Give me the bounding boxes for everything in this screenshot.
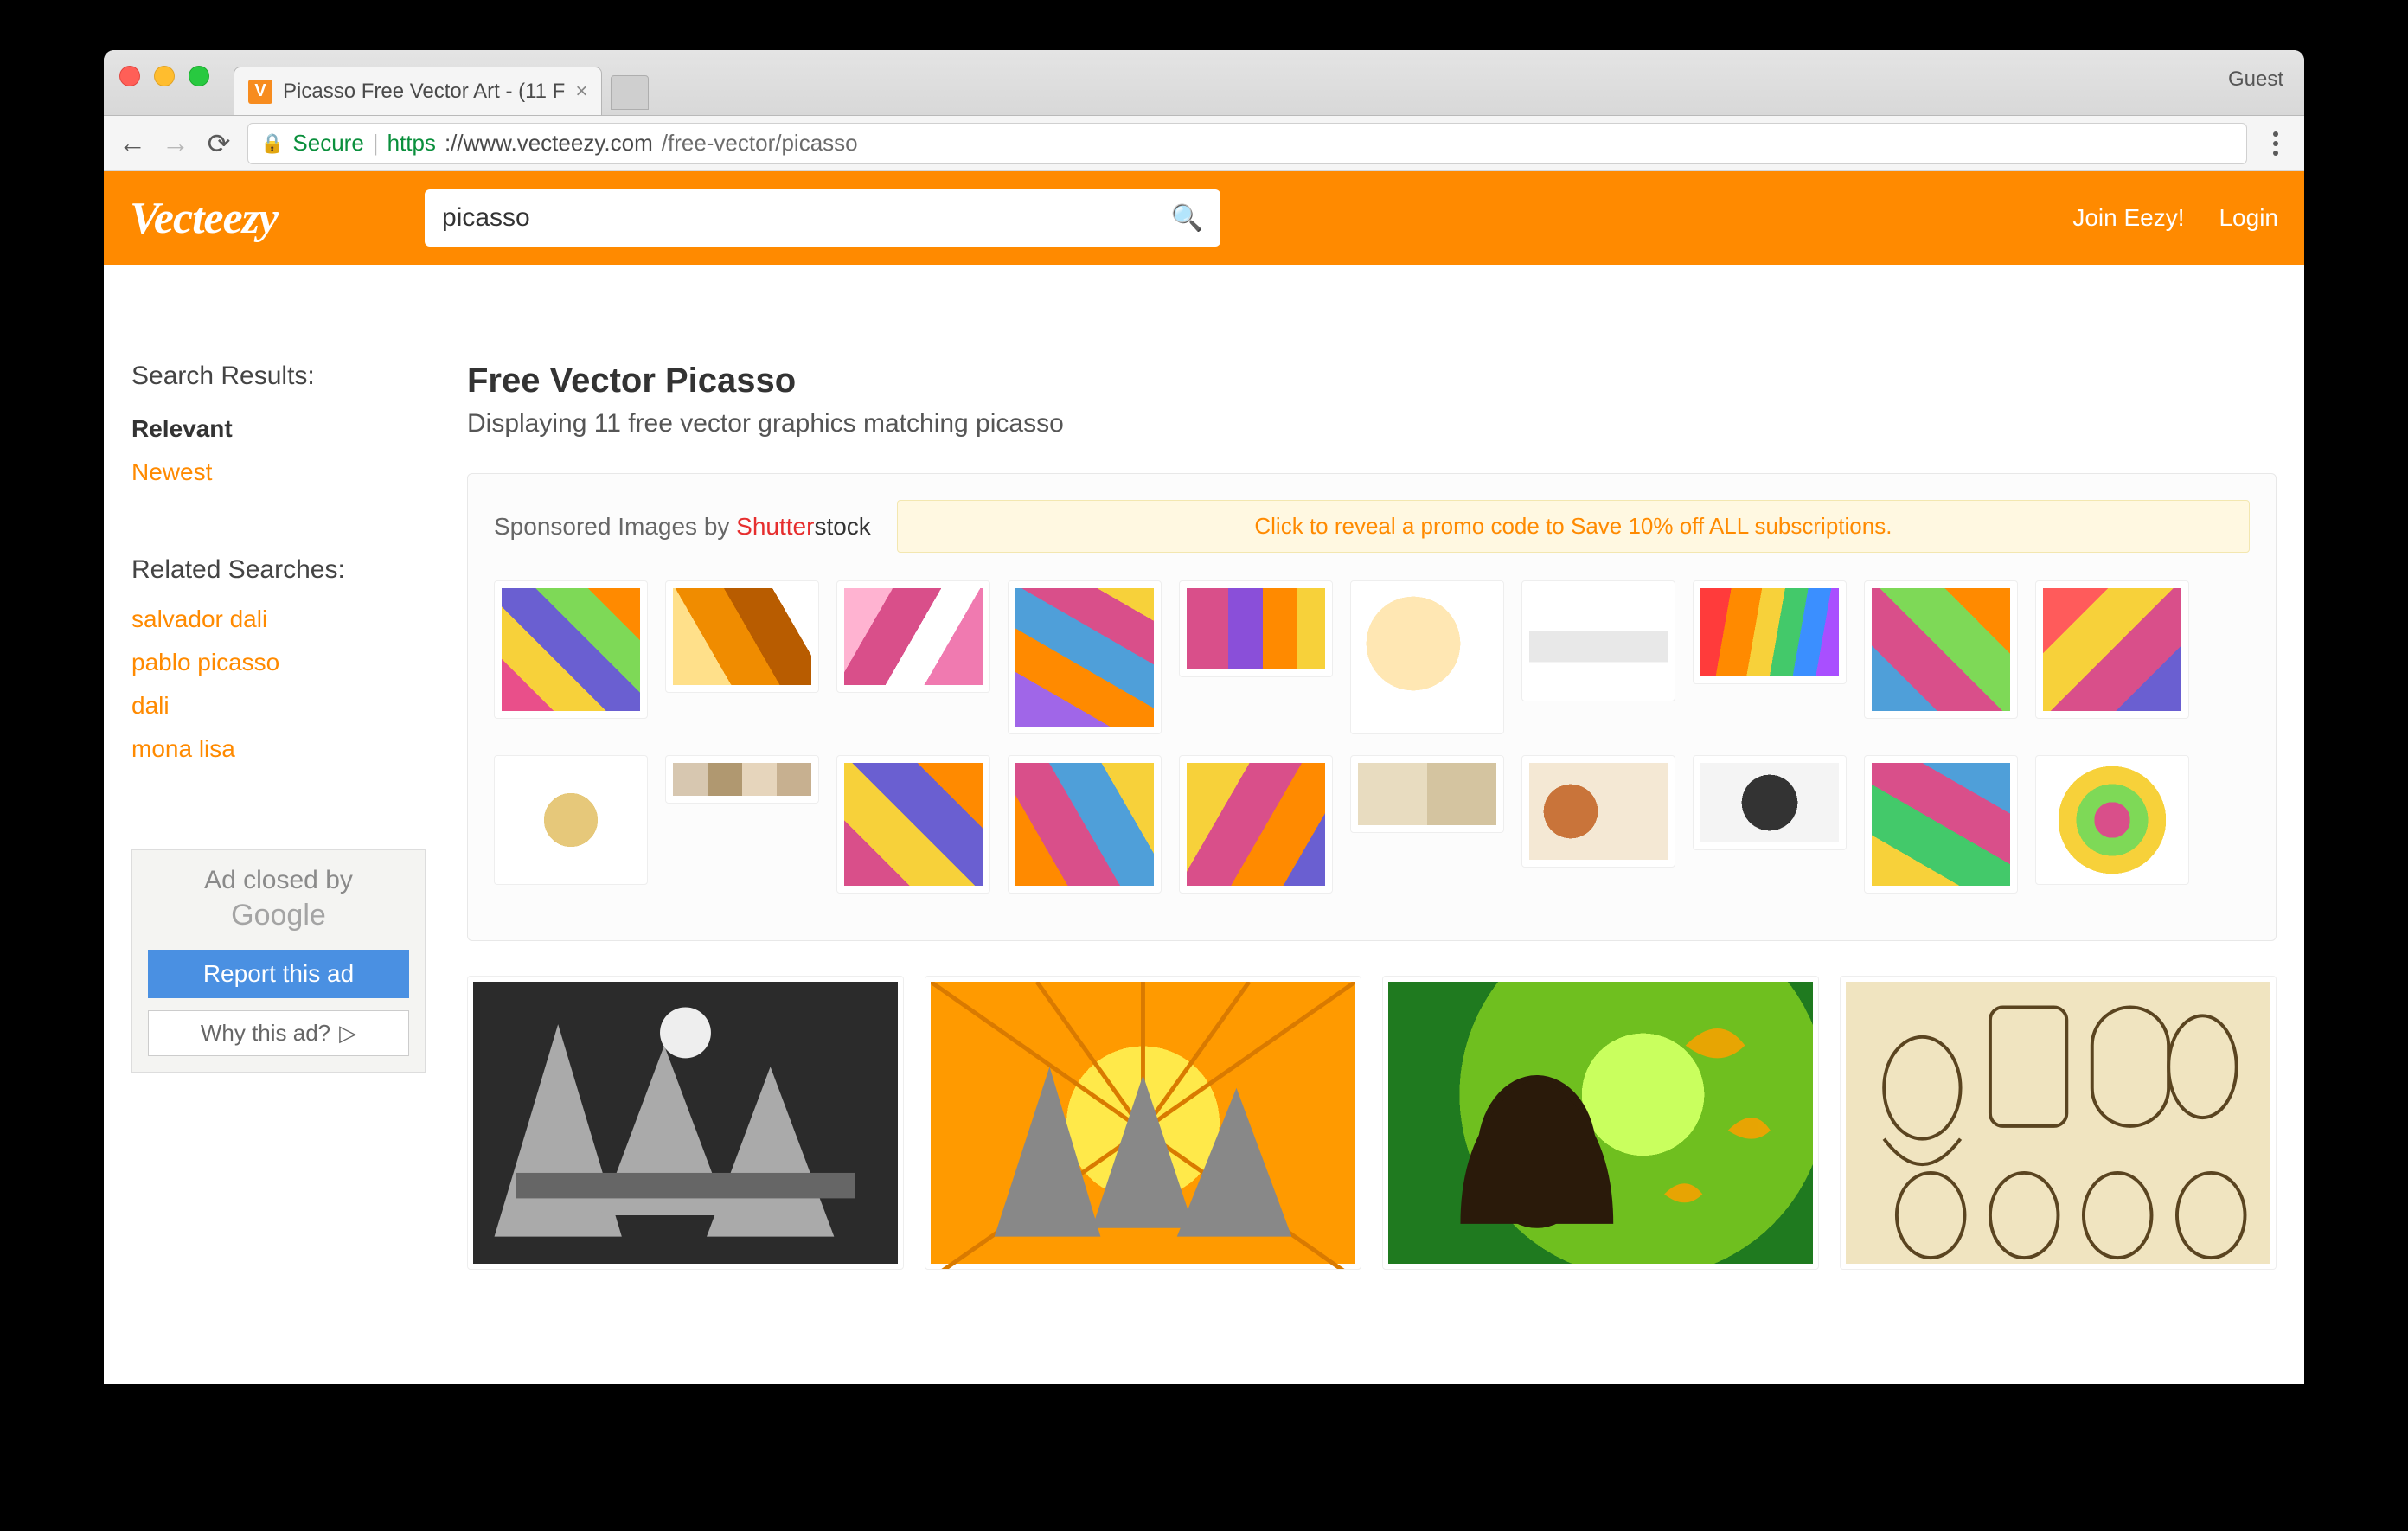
site-logo[interactable]: Vecteezy: [130, 193, 278, 244]
sponsored-label: Sponsored Images by Shutterstock: [494, 513, 871, 541]
sponsored-thumb[interactable]: [1350, 580, 1504, 734]
sponsored-thumb[interactable]: [665, 580, 819, 693]
profile-label[interactable]: Guest: [2228, 67, 2283, 92]
why-this-ad-label: Why this ad?: [201, 1020, 330, 1047]
join-link[interactable]: Join Eezy!: [2072, 204, 2184, 232]
search-input[interactable]: [442, 203, 1171, 233]
sponsored-thumb[interactable]: [1179, 755, 1333, 894]
ad-box: Ad closed by Google Report this ad Why t…: [131, 849, 426, 1073]
sponsored-thumb[interactable]: [665, 755, 819, 804]
url-host: ://www.vecteezy.com: [445, 130, 653, 157]
sponsored-row: [494, 580, 2250, 734]
related-search-link[interactable]: pablo picasso: [131, 649, 426, 676]
login-link[interactable]: Login: [2219, 204, 2278, 232]
sponsored-thumb[interactable]: [1864, 755, 2018, 894]
result-card[interactable]: [1382, 976, 1819, 1270]
maximize-window-button[interactable]: [189, 66, 209, 86]
search-box[interactable]: 🔍: [425, 189, 1220, 247]
result-card[interactable]: [467, 976, 904, 1270]
adchoices-icon: ▷: [339, 1020, 356, 1047]
sponsored-thumb[interactable]: [1521, 580, 1675, 701]
sponsored-thumb[interactable]: [836, 580, 990, 693]
sponsored-thumb[interactable]: [1350, 755, 1504, 833]
related-search-link[interactable]: mona lisa: [131, 735, 426, 763]
sponsored-thumb[interactable]: [2035, 580, 2189, 719]
result-card[interactable]: [1840, 976, 2277, 1270]
tab-title: Picasso Free Vector Art - (11 F: [283, 80, 565, 104]
report-ad-button[interactable]: Report this ad: [148, 950, 409, 998]
secure-label: Secure: [292, 130, 363, 157]
page-title: Free Vector Picasso: [467, 362, 2277, 400]
search-icon[interactable]: 🔍: [1171, 203, 1203, 234]
search-results-heading: Search Results:: [131, 362, 426, 391]
sort-relevant[interactable]: Relevant: [131, 415, 426, 443]
sponsored-row: [494, 755, 2250, 894]
browser-window: V Picasso Free Vector Art - (11 F × Gues…: [104, 50, 2304, 1384]
result-card[interactable]: [925, 976, 1361, 1270]
url-protocol: https: [387, 130, 436, 157]
close-tab-icon[interactable]: ×: [575, 80, 587, 104]
close-window-button[interactable]: [119, 66, 140, 86]
browser-toolbar: ← → ⟳ 🔒 Secure | https://www.vecteezy.co…: [104, 116, 2304, 171]
sponsored-thumb[interactable]: [836, 755, 990, 894]
header-links: Join Eezy! Login: [2072, 204, 2278, 232]
ad-closed-text: Ad closed by: [148, 866, 409, 895]
browser-tabstrip: V Picasso Free Vector Art - (11 F × Gues…: [104, 50, 2304, 116]
related-search-link[interactable]: salvador dali: [131, 605, 426, 633]
promo-banner[interactable]: Click to reveal a promo code to Save 10%…: [897, 500, 2250, 553]
sponsored-thumb[interactable]: [1864, 580, 2018, 719]
sidebar: Search Results: Relevant Newest Related …: [131, 362, 426, 1270]
sponsored-thumb[interactable]: [494, 755, 648, 885]
sponsored-panel: Sponsored Images by Shutterstock Click t…: [467, 473, 2277, 941]
browser-menu-button[interactable]: [2261, 131, 2290, 156]
new-tab-button[interactable]: [611, 75, 649, 110]
lock-icon: 🔒: [260, 132, 284, 155]
main-content: Free Vector Picasso Displaying 11 free v…: [467, 362, 2277, 1270]
sponsored-prefix: Sponsored Images by: [494, 513, 736, 540]
sort-newest[interactable]: Newest: [131, 458, 426, 486]
tab-favicon: V: [248, 80, 272, 104]
sponsored-thumb[interactable]: [1693, 580, 1847, 684]
sponsored-brand-part2: stock: [814, 513, 870, 540]
results-grid: [467, 976, 2277, 1270]
forward-button[interactable]: →: [161, 129, 190, 158]
page-subtitle: Displaying 11 free vector graphics match…: [467, 409, 2277, 439]
sponsored-thumb[interactable]: [2035, 755, 2189, 885]
related-searches-heading: Related Searches:: [131, 555, 426, 585]
page-body: Search Results: Relevant Newest Related …: [104, 265, 2304, 1270]
sponsored-brand-part1: Shutter: [736, 513, 814, 540]
sponsored-thumb[interactable]: [1008, 580, 1162, 734]
sponsored-thumb[interactable]: [1008, 755, 1162, 894]
browser-tab[interactable]: V Picasso Free Vector Art - (11 F ×: [234, 67, 602, 115]
ad-closed-brand: Google: [148, 899, 409, 932]
window-controls: [119, 66, 209, 86]
related-search-link[interactable]: dali: [131, 692, 426, 720]
sponsored-thumb[interactable]: [1521, 755, 1675, 868]
why-this-ad-button[interactable]: Why this ad? ▷: [148, 1010, 409, 1056]
site-header: Vecteezy 🔍 Join Eezy! Login: [104, 171, 2304, 265]
url-path: /free-vector/picasso: [662, 130, 858, 157]
reload-button[interactable]: ⟳: [204, 129, 234, 158]
sponsored-thumb[interactable]: [1179, 580, 1333, 677]
back-button[interactable]: ←: [118, 129, 147, 158]
sponsored-thumb[interactable]: [1693, 755, 1847, 850]
sponsored-thumb[interactable]: [494, 580, 648, 719]
address-bar[interactable]: 🔒 Secure | https://www.vecteezy.com/free…: [247, 123, 2247, 164]
minimize-window-button[interactable]: [154, 66, 175, 86]
